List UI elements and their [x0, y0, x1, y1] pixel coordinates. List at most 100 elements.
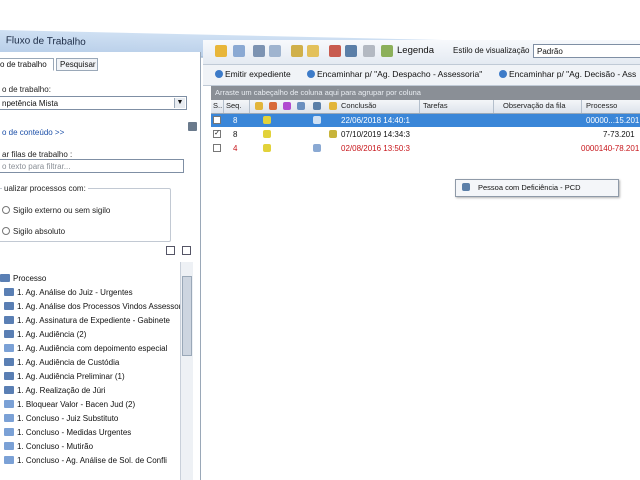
row-checkbox[interactable]: ✓: [213, 130, 221, 138]
tree-item[interactable]: 1. Ag. Audiência (2): [4, 330, 86, 344]
tree-expand-icon[interactable]: [166, 246, 175, 255]
calendar-icon: [329, 102, 337, 110]
tree-item[interactable]: 1. Concluso - Medidas Urgentes: [4, 428, 131, 442]
tree-item-label: 1. Ag. Audiência Preliminar (1): [17, 372, 125, 381]
tree-item[interactable]: 1. Ag. Análise dos Processos Vindos Asse…: [4, 302, 180, 316]
tree-collapse-icon[interactable]: [182, 246, 191, 255]
process-grid: S.. Seq. Conclusão Tarefas Observação da…: [211, 100, 640, 480]
window-icon[interactable]: [269, 45, 281, 57]
tooltip-text: Pessoa com Deficiência - PCD: [478, 183, 581, 192]
column-conclusion[interactable]: Conclusão: [341, 101, 376, 110]
tab-work-queue[interactable]: o de trabalho: [0, 58, 54, 71]
paperclip-icon: [4, 442, 14, 450]
note-icon[interactable]: [291, 45, 303, 57]
folder-icon: [4, 358, 14, 366]
star-icon: [263, 144, 271, 152]
row-conclusion: 07/10/2019 14:34:3: [341, 130, 410, 139]
table-row[interactable]: 8 22/06/2018 14:40:1 00000...15.201: [211, 114, 640, 127]
tag-icon[interactable]: [329, 45, 341, 57]
tree-root[interactable]: Processo: [0, 274, 46, 288]
tree-item[interactable]: 1. Ag. Assinatura de Expediente - Gabine…: [4, 316, 170, 330]
thumbs-up-icon[interactable]: [188, 122, 197, 131]
paperclip-icon: [4, 414, 14, 422]
row-conclusion: 02/08/2016 13:50:3: [341, 144, 410, 153]
tree-item[interactable]: 1. Ag. Audiência Preliminar (1): [4, 372, 125, 386]
tree-item-label: 1. Ag. Análise do Juiz - Urgentes: [17, 288, 133, 297]
tree-item[interactable]: 1. Concluso - Mutirão: [4, 442, 93, 456]
action-toolbar: Emitir expediente Encaminhar p/ "Ag. Des…: [203, 65, 640, 86]
column-process[interactable]: Processo: [586, 101, 617, 110]
tree-view-icon[interactable]: [253, 45, 265, 57]
right-panel: Legenda Estilo de visualização Padrão Em…: [203, 40, 640, 480]
row-checkbox[interactable]: [213, 116, 221, 124]
row-seq: 8: [233, 116, 238, 125]
folder-icon: [0, 274, 10, 282]
folder-icon: [4, 316, 14, 324]
table-row[interactable]: ✓ 8 07/10/2019 14:34:3 7-73.201: [211, 128, 640, 141]
tree-scrollbar[interactable]: [180, 262, 193, 480]
radio-absolute-secrecy[interactable]: Sigilo absoluto: [2, 227, 65, 236]
emit-document-button[interactable]: Emitir expediente: [215, 69, 291, 79]
forward-decision-button[interactable]: Encaminhar p/ "Ag. Decisão - Ass: [499, 69, 636, 79]
column-divider[interactable]: [249, 100, 250, 113]
emit-document-label: Emitir expediente: [225, 69, 291, 79]
tree-item[interactable]: 1. Concluso - Ag. Análise de Sol. de Con…: [4, 456, 167, 470]
radio-button-icon[interactable]: [2, 227, 10, 235]
people-icon: [313, 116, 321, 124]
content-filter-link[interactable]: o de conteúdo >>: [2, 128, 64, 137]
column-queue-note[interactable]: Observação da fila: [503, 101, 566, 110]
priority-icon: [269, 102, 277, 110]
tree-item-label: 1. Ag. Assinatura de Expediente - Gabine…: [17, 316, 170, 325]
column-divider[interactable]: [493, 100, 494, 113]
group-by-bar[interactable]: Arraste um cabeçalho de coluna aqui para…: [211, 86, 640, 100]
tree-item[interactable]: 1. Ag. Realização de Júri: [4, 386, 106, 400]
stack-icon[interactable]: [307, 45, 319, 57]
chevron-down-icon[interactable]: ▼: [174, 98, 185, 108]
row-process: 0000140-78.201: [581, 144, 640, 153]
column-divider[interactable]: [419, 100, 420, 113]
column-tasks[interactable]: Tarefas: [423, 101, 448, 110]
print-icon[interactable]: [363, 45, 375, 57]
copy-icon[interactable]: [233, 45, 245, 57]
star-icon: [263, 116, 271, 124]
people-icon: [313, 102, 321, 110]
scrollbar-thumb[interactable]: [182, 276, 192, 356]
queue-filter-label: ar filas de trabalho :: [2, 150, 73, 159]
tree-item[interactable]: 1. Ag. Audiência de Custódia: [4, 358, 119, 372]
view-style-label: Estilo de visualização: [453, 46, 530, 55]
paperclip-icon: [4, 456, 14, 464]
legend-icon[interactable]: [381, 45, 393, 57]
workflow-select[interactable]: npetência Mista ▼: [0, 96, 187, 110]
search-icon[interactable]: [345, 45, 357, 57]
table-row[interactable]: 4 02/08/2016 13:50:3 0000140-78.201: [211, 142, 640, 155]
radio-external-secrecy[interactable]: Sigilo externo ou sem sigilo: [2, 206, 110, 215]
radio-button-icon[interactable]: [2, 206, 10, 214]
row-process: 7-73.201: [603, 130, 635, 139]
column-divider[interactable]: [223, 100, 224, 113]
accessibility-icon: [462, 183, 470, 191]
folder-icon: [4, 302, 14, 310]
tree-item-label: 1. Concluso - Mutirão: [17, 442, 94, 451]
legend-button[interactable]: Legenda: [397, 45, 434, 56]
forward-assessoria-button[interactable]: Encaminhar p/ "Ag. Despacho - Assessoria…: [307, 69, 482, 79]
row-conclusion: 22/06/2018 14:40:1: [341, 116, 410, 125]
tree-item-label: 1. Ag. Análise dos Processos Vindos Asse…: [17, 302, 180, 311]
column-status[interactable]: S..: [213, 101, 222, 110]
link-icon: [297, 102, 305, 110]
forward-icon: [307, 70, 315, 78]
folder-icon: [4, 386, 14, 394]
tree-item[interactable]: 1. Ag. Análise do Juiz - Urgentes: [4, 288, 133, 302]
tree-item-label: 1. Ag. Audiência (2): [17, 330, 87, 339]
row-checkbox[interactable]: [213, 144, 221, 152]
tab-search[interactable]: Pesquisar: [56, 58, 98, 71]
column-divider[interactable]: [581, 100, 582, 113]
column-seq[interactable]: Seq.: [226, 101, 241, 110]
queue-filter-input[interactable]: o texto para filtrar...: [0, 159, 184, 173]
people-icon: [313, 144, 321, 152]
view-style-select[interactable]: Padrão: [533, 44, 640, 58]
tree-item[interactable]: 1. Bloquear Valor - Bacen Jud (2): [4, 400, 135, 414]
folder-open-icon[interactable]: [215, 45, 227, 57]
tree-item[interactable]: 1. Ag. Audiência com depoimento especial: [4, 344, 167, 358]
tree-item[interactable]: 1. Concluso - Juiz Substituto: [4, 414, 118, 428]
grid-header: S.. Seq. Conclusão Tarefas Observação da…: [211, 100, 640, 114]
